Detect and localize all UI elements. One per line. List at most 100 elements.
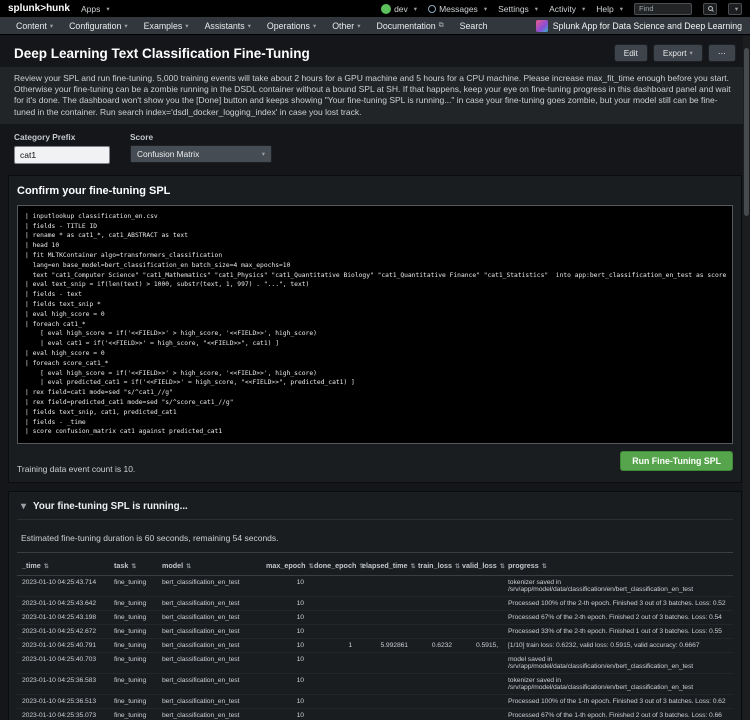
table-cell: fine_tuning [109,611,157,625]
table-cell: [1/10] train loss: 0.6232, valid loss: 0… [503,639,733,653]
col-header-elapsed_time[interactable]: elapsed_time⇅ [357,553,413,576]
score-label: Score [130,132,272,142]
table-cell [357,625,413,639]
table-cell: Processed 67% of the 2-th epoch. Finishe… [503,611,733,625]
app-icon [536,20,548,32]
user-menu[interactable]: dev [381,4,417,14]
table-cell: fine_tuning [109,674,157,695]
col-header-label: task [114,561,128,570]
table-cell [357,709,413,720]
table-row[interactable]: 2023-01-10 04:25:35.073fine_tuningbert_c… [17,709,733,720]
col-header-label: progress [508,561,539,570]
appbar-item-configuration[interactable]: Configuration [61,17,136,34]
table-cell [357,674,413,695]
table-cell: Processed 67% of the 1-th epoch. Finishe… [503,709,733,720]
table-cell: bert_classification_en_test [157,695,261,709]
table-row[interactable]: 2023-01-10 04:25:40.703fine_tuningbert_c… [17,653,733,674]
table-cell: model saved in/srv/app/model/data/classi… [503,653,733,674]
table-cell: 2023-01-10 04:25:42.672 [17,625,109,639]
app-title-link[interactable]: Splunk App for Data Science and Deep Lea… [536,20,742,32]
table-cell [457,611,503,625]
table-cell: 10 [261,625,309,639]
spl-panel-footer: Training data event count is 10. Run Fin… [17,451,733,474]
sort-icon: ⇅ [44,564,49,570]
col-header-max_epoch[interactable]: max_epoch⇅ [261,553,309,576]
col-header-label: _time [22,561,41,570]
table-cell: bert_classification_en_test [157,639,261,653]
col-header-progress[interactable]: progress⇅ [503,553,733,576]
table-cell: fine_tuning [109,597,157,611]
col-header-model[interactable]: model⇅ [157,553,261,576]
find-input[interactable] [634,3,692,15]
col-header-train_loss[interactable]: train_loss⇅ [413,553,457,576]
table-row[interactable]: 2023-01-10 04:25:40.791fine_tuningbert_c… [17,639,733,653]
table-row[interactable]: 2023-01-10 04:25:42.672fine_tuningbert_c… [17,625,733,639]
search-icon[interactable] [703,3,717,15]
table-cell: bert_classification_en_test [157,625,261,639]
appbar-item-examples[interactable]: Examples [136,17,197,34]
table-row[interactable]: 2023-01-10 04:25:43.714fine_tuningbert_c… [17,576,733,597]
table-cell [413,653,457,674]
spl-code[interactable]: | inputlookup classification_en.csv | fi… [17,205,733,444]
col-header-label: train_loss [418,561,452,570]
settings-menu[interactable]: Settings [498,4,538,14]
activity-menu[interactable]: Activity [549,4,585,14]
table-cell: bert_classification_en_test [157,653,261,674]
score-value: Confusion Matrix [137,149,199,159]
splunk-logo[interactable]: splunk>hunk [8,3,70,14]
table-cell [413,709,457,720]
status-panel: Your fine-tuning SPL is running... Estim… [8,491,742,720]
col-header-label: model [162,561,183,570]
help-menu[interactable]: Help [596,4,623,14]
more-button[interactable]: ⋯ [708,44,736,62]
table-cell [309,653,357,674]
table-cell [309,611,357,625]
col-header-task[interactable]: task⇅ [109,553,157,576]
table-row[interactable]: 2023-01-10 04:25:36.513fine_tuningbert_c… [17,695,733,709]
table-cell: bert_classification_en_test [157,709,261,720]
scrollbar-thumb[interactable] [744,48,749,216]
table-cell: bert_classification_en_test [157,597,261,611]
status-header: Your fine-tuning SPL is running... [17,497,733,520]
table-cell [309,625,357,639]
table-cell [309,674,357,695]
table-cell: fine_tuning [109,639,157,653]
table-row[interactable]: 2023-01-10 04:25:43.198fine_tuningbert_c… [17,611,733,625]
appbar-item-documentation[interactable]: Documentation [369,17,452,34]
export-button[interactable]: Export [653,44,703,62]
appbar-item-assistants[interactable]: Assistants [197,17,259,34]
appbar-item-search[interactable]: Search [452,17,496,34]
messages-menu[interactable]: Messages [428,4,487,14]
col-header-valid_loss[interactable]: valid_loss⇅ [457,553,503,576]
appbar-item-content[interactable]: Content [8,17,61,34]
table-row[interactable]: 2023-01-10 04:25:36.583fine_tuningbert_c… [17,674,733,695]
table-cell: bert_classification_en_test [157,576,261,597]
chrome-more-icon[interactable] [728,3,742,15]
col-header-done_epoch[interactable]: done_epoch⇅ [309,553,357,576]
progress-table: _time⇅task⇅model⇅max_epoch⇅done_epoch⇅el… [17,552,733,720]
run-fine-tuning-button[interactable]: Run Fine-Tuning SPL [620,451,733,471]
score-dropdown[interactable]: Confusion Matrix [130,145,272,163]
category-prefix-input[interactable] [14,146,110,164]
table-cell: tokenizer saved in/srv/app/model/data/cl… [503,674,733,695]
sort-icon: ⇅ [309,564,314,570]
edit-button[interactable]: Edit [614,44,648,62]
apps-menu[interactable]: Apps [81,4,110,14]
table-cell: 2023-01-10 04:25:43.198 [17,611,109,625]
appbar-item-other[interactable]: Other [324,17,368,34]
vertical-scrollbar[interactable] [743,36,750,720]
table-cell [457,597,503,611]
page-title: Deep Learning Text Classification Fine-T… [14,46,310,61]
table-cell: 10 [261,695,309,709]
table-row[interactable]: 2023-01-10 04:25:43.642fine_tuningbert_c… [17,597,733,611]
appbar-item-operations[interactable]: Operations [259,17,324,34]
user-label: dev [394,4,408,14]
col-header-label: max_epoch [266,561,306,570]
spl-panel: Confirm your fine-tuning SPL | inputlook… [8,175,742,483]
table-cell: fine_tuning [109,709,157,720]
collapse-icon[interactable] [21,502,26,512]
col-header-_time[interactable]: _time⇅ [17,553,109,576]
table-cell [413,576,457,597]
table-body: 2023-01-10 04:25:43.714fine_tuningbert_c… [17,576,733,720]
col-header-label: valid_loss [462,561,497,570]
